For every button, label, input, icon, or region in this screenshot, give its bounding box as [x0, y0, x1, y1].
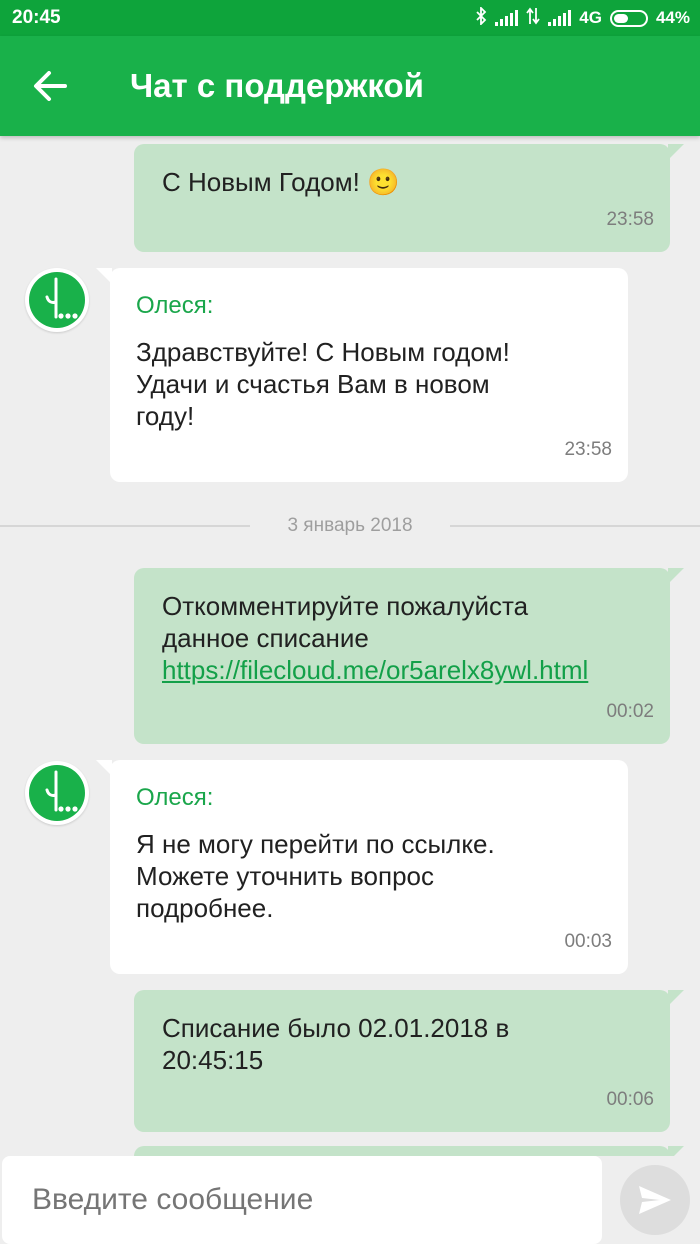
send-icon	[639, 1186, 671, 1214]
app-bar: Чат с поддержкой	[0, 36, 700, 136]
message-outgoing[interactable]: Откомментируйте пожалуйста данное списан…	[134, 568, 684, 744]
network-type: 4G	[579, 8, 602, 27]
battery-icon	[609, 9, 648, 27]
message-composer	[0, 1156, 700, 1244]
status-icons: 4G 44%	[475, 5, 690, 30]
smiley-emoji-icon: 🙂	[367, 167, 400, 197]
operator-logo-icon	[29, 765, 85, 821]
message-outgoing-partial[interactable]	[134, 1146, 684, 1156]
message-line: Откомментируйте пожалуйста	[162, 591, 529, 621]
message-time: 00:06	[606, 1089, 654, 1110]
operator-avatar	[25, 268, 89, 332]
message-time: 23:58	[564, 439, 612, 460]
message-text: С Новым Годом! 🙂	[162, 167, 400, 197]
message-link[interactable]: https://filecloud.me/or5arelx8ywl.html	[162, 654, 642, 686]
sender-name: Олеся:	[136, 292, 214, 319]
message-line: Списание было 02.01.2018 в	[162, 1013, 510, 1043]
message-line: году!	[136, 401, 195, 431]
message-time: 23:58	[606, 209, 654, 230]
battery-level: 44%	[655, 8, 690, 27]
status-time: 20:45	[12, 7, 61, 28]
message-line: подробнее.	[136, 893, 274, 923]
message-time: 00:02	[606, 701, 654, 722]
status-bar: 20:45 4G 44%	[0, 0, 700, 36]
data-transfer-icon	[526, 7, 541, 30]
message-input[interactable]	[2, 1156, 602, 1244]
message-line: 20:45:15	[162, 1045, 264, 1075]
message-time: 00:03	[564, 931, 612, 952]
back-arrow-icon	[34, 71, 67, 101]
operator-avatar	[25, 761, 89, 825]
message-line: Я не могу перейти по ссылке.	[136, 829, 495, 859]
message-incoming[interactable]: Олеся: Я не могу перейти по ссылке. Може…	[96, 760, 628, 974]
date-separator: 3 январь 2018	[0, 511, 700, 541]
signal-icon	[495, 10, 519, 26]
sender-name: Олеся:	[136, 784, 214, 811]
back-button[interactable]	[0, 36, 100, 136]
message-outgoing[interactable]: С Новым Годом! 🙂 23:58	[134, 144, 684, 252]
send-button[interactable]	[620, 1165, 690, 1235]
operator-logo-icon	[29, 272, 85, 328]
message-outgoing[interactable]: Списание было 02.01.2018 в 20:45:15 00:0…	[134, 990, 684, 1132]
chat-list[interactable]: С Новым Годом! 🙂 23:58 Олеся: Здравствуй…	[0, 136, 700, 1156]
message-line: данное списание	[162, 623, 369, 653]
signal-icon	[548, 10, 572, 26]
message-line: Можете уточнить вопрос	[136, 861, 434, 891]
message-incoming[interactable]: Олеся: Здравствуйте! С Новым годом! Удач…	[96, 268, 628, 482]
bluetooth-icon	[475, 5, 487, 30]
message-line: Удачи и счастья Вам в новом	[136, 369, 490, 399]
page-title: Чат с поддержкой	[130, 67, 424, 104]
message-line: Здравствуйте! С Новым годом!	[136, 337, 510, 367]
